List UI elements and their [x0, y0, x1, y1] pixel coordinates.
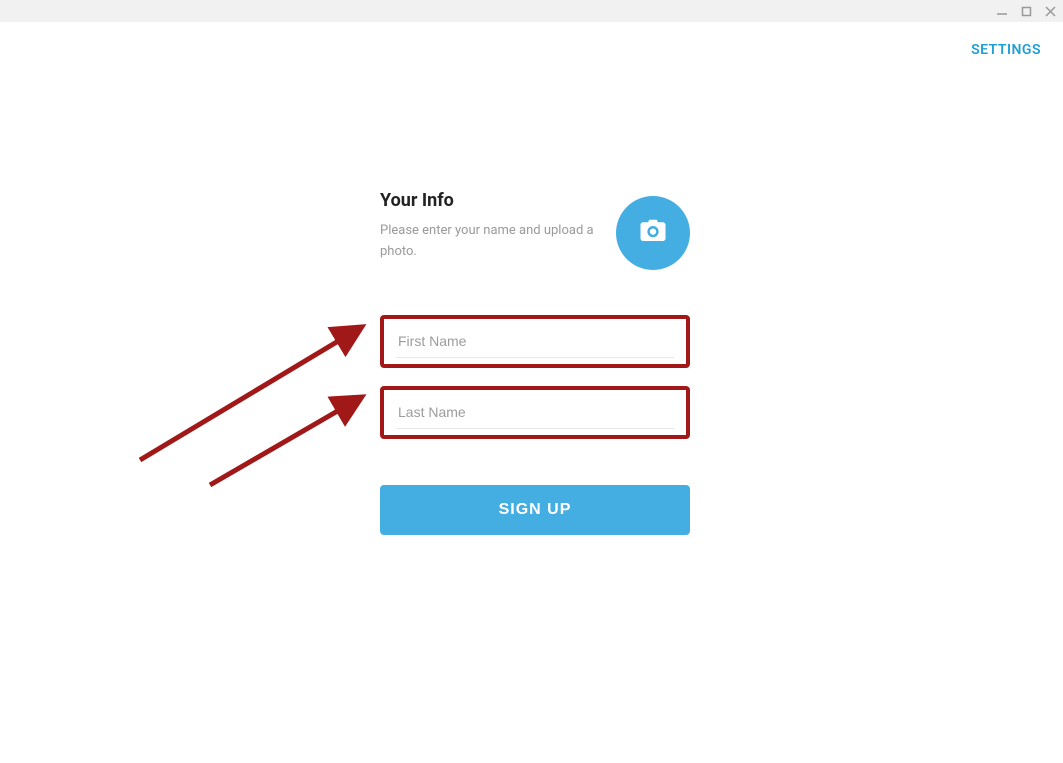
signup-button[interactable]: SIGN UP [380, 485, 690, 535]
window-titlebar [0, 0, 1063, 22]
close-icon[interactable] [1043, 4, 1057, 18]
settings-link[interactable]: SETTINGS [971, 42, 1041, 58]
last-name-highlight-box [380, 386, 690, 439]
first-name-highlight-box [380, 315, 690, 368]
minimize-icon[interactable] [995, 4, 1009, 18]
last-name-input[interactable] [396, 400, 674, 429]
first-name-input[interactable] [396, 329, 674, 358]
form-subtitle: Please enter your name and upload a phot… [380, 221, 606, 263]
maximize-icon[interactable] [1019, 4, 1033, 18]
signup-form: Your Info Please enter your name and upl… [380, 190, 690, 535]
form-header-text: Your Info Please enter your name and upl… [380, 190, 616, 263]
annotation-arrow-2 [200, 390, 380, 500]
annotation-arrow-1 [130, 320, 380, 480]
camera-icon [638, 216, 668, 250]
upload-photo-button[interactable] [616, 196, 690, 270]
form-title: Your Info [380, 190, 606, 211]
form-header: Your Info Please enter your name and upl… [380, 190, 690, 270]
